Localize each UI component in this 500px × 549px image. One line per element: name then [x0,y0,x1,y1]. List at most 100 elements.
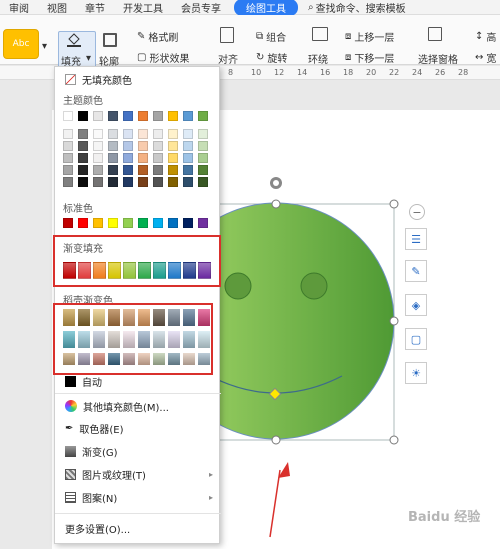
docer-gradient-swatch[interactable] [198,309,210,326]
docer-gradient-swatch[interactable] [93,309,105,326]
docer-gradient-swatch[interactable] [123,353,135,365]
standard-color-swatch[interactable] [198,218,208,228]
outline-square-icon[interactable]: ▢ [405,328,427,350]
theme-shade-swatch[interactable] [168,177,178,187]
auto-color-item[interactable]: 自动 [55,371,221,391]
resize-handle[interactable] [271,435,281,445]
theme-shade-swatch[interactable] [63,129,73,139]
docer-gradient-swatch[interactable] [93,353,105,365]
gradient-fill-swatch[interactable] [183,262,196,279]
theme-shade-swatch[interactable] [138,129,148,139]
theme-shade-swatch[interactable] [78,153,88,163]
docer-gradient-swatch[interactable] [78,309,90,326]
theme-shade-swatch[interactable] [63,165,73,175]
docer-gradient-swatch[interactable] [168,331,180,348]
theme-color-swatch[interactable] [153,111,163,121]
docer-gradient-swatch[interactable] [93,331,105,348]
docer-gradient-swatch[interactable] [108,331,120,348]
theme-shade-swatch[interactable] [198,141,208,151]
theme-shade-swatch[interactable] [153,165,163,175]
eyedropper-item[interactable]: ✒ 取色器(E) [55,418,221,438]
theme-shade-swatch[interactable] [183,141,193,151]
docer-gradient-swatch[interactable] [78,353,90,365]
docer-gradient-swatch[interactable] [138,331,150,348]
standard-color-swatch[interactable] [108,218,118,228]
theme-shade-swatch[interactable] [183,153,193,163]
standard-color-swatch[interactable] [168,218,178,228]
theme-color-swatch[interactable] [93,111,103,121]
standard-color-swatch[interactable] [123,218,133,228]
theme-color-swatch[interactable] [168,111,178,121]
theme-shade-swatch[interactable] [108,153,118,163]
gradient-fill-swatch[interactable] [93,262,106,279]
theme-shade-swatch[interactable] [153,129,163,139]
fill-bucket-icon[interactable]: ◈ [405,294,427,316]
theme-shade-swatch[interactable] [93,129,103,139]
theme-shade-swatch[interactable] [93,153,103,163]
gradient-fill-swatch[interactable] [108,262,121,279]
layout-options-icon[interactable]: ☰ [405,228,427,250]
pattern-item[interactable]: 图案(N) ▸ [55,487,221,507]
gradient-fill-swatch[interactable] [153,262,166,279]
gradient-item[interactable]: 渐变(G) [55,441,221,461]
theme-shade-swatch[interactable] [198,153,208,163]
theme-shade-swatch[interactable] [78,165,88,175]
theme-shade-swatch[interactable] [93,141,103,151]
lightbulb-icon[interactable]: ☀ [405,362,427,384]
collapse-icon[interactable]: − [409,204,425,220]
docer-gradient-swatch[interactable] [183,331,195,348]
brush-icon[interactable]: ✎ [405,260,427,282]
theme-shade-swatch[interactable] [63,141,73,151]
gradient-fill-swatch[interactable] [78,262,91,279]
theme-shade-swatch[interactable] [123,153,133,163]
theme-shade-swatch[interactable] [138,165,148,175]
resize-handle[interactable] [271,199,281,209]
theme-shade-swatch[interactable] [168,141,178,151]
theme-shade-swatch[interactable] [138,153,148,163]
docer-gradient-swatch[interactable] [153,353,165,365]
standard-color-swatch[interactable] [93,218,103,228]
standard-color-swatch[interactable] [78,218,88,228]
theme-shade-swatch[interactable] [108,165,118,175]
docer-gradient-swatch[interactable] [138,353,150,365]
theme-shade-swatch[interactable] [183,129,193,139]
no-fill-item[interactable]: 无填充颜色 [55,69,221,89]
theme-shade-swatch[interactable] [123,129,133,139]
docer-gradient-swatch[interactable] [183,353,195,365]
more-settings-item[interactable]: 更多设置(O)... [55,518,221,538]
theme-shade-swatch[interactable] [108,129,118,139]
more-colors-item[interactable]: 其他填充颜色(M)... [55,396,221,416]
theme-shade-swatch[interactable] [198,177,208,187]
gradient-fill-swatch[interactable] [168,262,181,279]
docer-gradient-swatch[interactable] [63,353,75,365]
docer-gradient-swatch[interactable] [108,309,120,326]
theme-shade-swatch[interactable] [123,165,133,175]
theme-color-swatch[interactable] [138,111,148,121]
resize-handle[interactable] [389,199,399,209]
theme-shade-swatch[interactable] [108,141,118,151]
docer-gradient-swatch[interactable] [63,309,75,326]
standard-color-swatch[interactable] [138,218,148,228]
docer-gradient-swatch[interactable] [123,331,135,348]
theme-shade-swatch[interactable] [123,141,133,151]
resize-handle[interactable] [389,435,399,445]
theme-shade-swatch[interactable] [153,177,163,187]
docer-gradient-swatch[interactable] [78,331,90,348]
gradient-fill-swatch[interactable] [198,262,211,279]
theme-shade-swatch[interactable] [93,177,103,187]
theme-shade-swatch[interactable] [108,177,118,187]
docer-gradient-swatch[interactable] [153,309,165,326]
theme-shade-swatch[interactable] [153,141,163,151]
gradient-fill-swatch[interactable] [123,262,136,279]
docer-gradient-swatch[interactable] [63,331,75,348]
gradient-fill-swatch[interactable] [63,262,76,279]
theme-shade-swatch[interactable] [78,129,88,139]
theme-shade-swatch[interactable] [63,153,73,163]
theme-shade-swatch[interactable] [198,129,208,139]
docer-gradient-swatch[interactable] [168,309,180,326]
docer-gradient-swatch[interactable] [138,309,150,326]
theme-shade-swatch[interactable] [168,129,178,139]
theme-color-swatch[interactable] [108,111,118,121]
theme-color-swatch[interactable] [183,111,193,121]
theme-color-swatch[interactable] [63,111,73,121]
